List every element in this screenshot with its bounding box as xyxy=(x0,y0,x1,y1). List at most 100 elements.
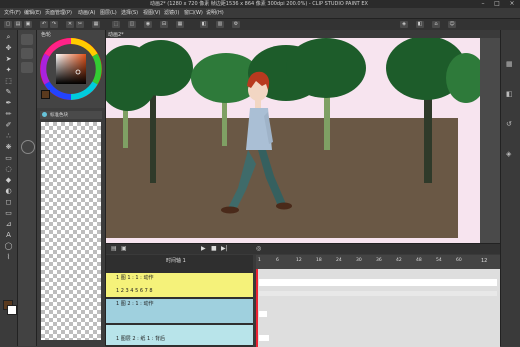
playhead[interactable] xyxy=(256,269,258,347)
gradient-icon[interactable]: ◐ xyxy=(3,186,14,196)
menu-edit[interactable]: 编辑(E) xyxy=(24,9,41,16)
frame-cell[interactable] xyxy=(259,311,267,317)
brush-icon[interactable]: ✐ xyxy=(3,120,14,130)
ruler-icon[interactable]: ⊟ xyxy=(160,21,168,28)
redo-icon[interactable]: ↷ xyxy=(50,21,58,28)
menu-layer[interactable]: 图层(L) xyxy=(100,9,117,16)
menu-page[interactable]: 页面管理(P) xyxy=(45,9,72,16)
layout-icon[interactable]: ▥ xyxy=(216,21,224,28)
menu-file[interactable]: 文件(F) xyxy=(4,9,21,16)
onion-skin-icon[interactable]: ◎ xyxy=(256,245,261,252)
new-file-icon[interactable]: ▢ xyxy=(4,21,12,28)
select-icon[interactable]: ⬚ xyxy=(112,21,120,28)
cut-icon[interactable]: ✂ xyxy=(76,21,84,28)
current-color-swatch[interactable] xyxy=(41,90,50,99)
brush-size-indicator[interactable] xyxy=(21,140,35,154)
color-panel-tab[interactable]: 色轮 xyxy=(41,31,51,38)
frame-icon[interactable]: ▭ xyxy=(3,208,14,218)
pencil-icon[interactable]: ✏ xyxy=(3,109,14,119)
fps-label: 12 xyxy=(481,258,488,264)
frame-number: 36 xyxy=(376,258,382,263)
stop-button[interactable]: ■ xyxy=(211,245,217,252)
menu-select[interactable]: 选择(S) xyxy=(121,9,138,16)
line-correct-icon[interactable]: ⌇ xyxy=(3,252,14,262)
subtool-item[interactable] xyxy=(21,34,33,45)
frame-number: 54 xyxy=(436,258,442,263)
eyedropper-icon[interactable]: ✎ xyxy=(3,87,14,97)
balloon-icon[interactable]: ◯ xyxy=(3,241,14,251)
menu-view[interactable]: 视图(V) xyxy=(143,9,160,16)
text-icon[interactable]: A xyxy=(3,230,14,240)
user-icon[interactable]: ☺ xyxy=(448,21,456,28)
menu-filter[interactable]: 滤镜(I) xyxy=(164,9,179,16)
menu-help[interactable]: 说明(H) xyxy=(206,9,224,16)
navigator-icon[interactable]: ▦ xyxy=(506,60,513,68)
sub-color-swatch[interactable] xyxy=(7,305,17,315)
timeline-track-list: 时间轴 1 1 图 1 : 1 : 动作 1 2 3 4 5 6 7 8 1 图… xyxy=(106,255,253,347)
zoom-icon[interactable]: ⌕ xyxy=(3,32,14,42)
next-frame-button[interactable]: ▶| xyxy=(221,245,228,252)
material-icon[interactable]: ◈ xyxy=(506,150,511,158)
play-button[interactable]: ▶ xyxy=(201,245,206,252)
pen-icon[interactable]: ✒ xyxy=(3,98,14,108)
frame-number: 24 xyxy=(336,258,342,263)
subtool-item[interactable] xyxy=(21,48,33,59)
move-icon[interactable]: ✥ xyxy=(3,43,14,53)
decoration-icon[interactable]: ❋ xyxy=(3,142,14,152)
timeline-panel: ▤ ▣ ▶ ■ ▶| ◎ 时间轴 1 1 图 1 : 1 : 动作 1 2 3 … xyxy=(106,243,500,347)
frame-cells-row-1[interactable] xyxy=(259,279,497,286)
eraser-icon[interactable]: ▭ xyxy=(3,153,14,163)
transform-icon[interactable]: ◫ xyxy=(128,21,136,28)
airbrush-icon[interactable]: ∴ xyxy=(3,131,14,141)
clear-icon[interactable]: ✕ xyxy=(66,21,74,28)
layer-blend-row: 标准色块 xyxy=(40,111,102,119)
canvas-tab-bar: 动画2* xyxy=(106,30,500,38)
tree-canopy xyxy=(129,40,193,96)
auto-select-icon[interactable]: ✦ xyxy=(3,65,14,75)
frame-number: 42 xyxy=(396,258,402,263)
open-file-icon[interactable]: ▤ xyxy=(14,21,22,28)
eye-icon[interactable]: ◉ xyxy=(144,21,152,28)
frame-cells-row-1b[interactable] xyxy=(259,291,497,296)
track-row-1[interactable]: 1 图 1 : 1 : 动作 1 2 3 4 5 6 7 8 xyxy=(106,273,253,297)
layer-preview xyxy=(41,122,101,340)
menu-window[interactable]: 窗口(W) xyxy=(184,9,203,16)
blend-icon[interactable]: ◌ xyxy=(3,164,14,174)
maximize-icon[interactable]: □ xyxy=(490,0,504,8)
frame-number: 60 xyxy=(456,258,462,263)
fill-tool-icon[interactable]: ◆ xyxy=(3,175,14,185)
figure-icon[interactable]: ◻ xyxy=(3,197,14,207)
view-icon[interactable]: ◧ xyxy=(200,21,208,28)
track-row-3[interactable]: 1 图层 2 : 纸 1 : 背后 xyxy=(106,325,253,345)
close-icon[interactable]: × xyxy=(505,0,519,8)
minimize-icon[interactable]: – xyxy=(476,0,490,8)
frame-number: 1 xyxy=(258,258,261,263)
undo-icon[interactable]: ↶ xyxy=(40,21,48,28)
layer-property-panel-icon[interactable]: ◧ xyxy=(506,90,513,98)
frame-cell[interactable] xyxy=(259,335,269,341)
new-cel-icon[interactable]: ▣ xyxy=(121,245,127,252)
operation-icon[interactable]: ➤ xyxy=(3,54,14,64)
grid-icon[interactable]: ▦ xyxy=(176,21,184,28)
menu-animation[interactable]: 动画(A) xyxy=(78,9,95,16)
layer-property-icon[interactable]: ◧ xyxy=(416,21,424,28)
save-icon[interactable]: ▣ xyxy=(24,21,32,28)
canvas-illustration[interactable] xyxy=(106,38,480,243)
canvas-tab[interactable]: 动画2* xyxy=(108,31,124,38)
companion-icon[interactable]: ⌂ xyxy=(432,21,440,28)
right-side-panel: ▦ ◧ ↺ ◈ xyxy=(500,30,520,346)
history-icon[interactable]: ↺ xyxy=(506,120,512,128)
subtool-item[interactable] xyxy=(21,62,33,73)
settings-icon[interactable]: ⚙ xyxy=(232,21,240,28)
new-animation-folder-icon[interactable]: ▤ xyxy=(111,245,117,252)
ruler-tool-icon[interactable]: ⊿ xyxy=(3,219,14,229)
timeline-name[interactable]: 时间轴 1 xyxy=(166,257,186,264)
track-row-2[interactable]: 1 图 2 : 1 : 动作 xyxy=(106,299,253,323)
fill-icon[interactable]: ▦ xyxy=(92,21,100,28)
title-bar: 动画2* (1280 x 720 像素 帧边距1536 x 864 像素 300… xyxy=(0,0,520,8)
canvas-area: 动画2* xyxy=(106,30,500,243)
blend-mode-select[interactable]: 标准色块 xyxy=(50,112,68,118)
assets-icon[interactable]: ◈ xyxy=(400,21,408,28)
toolbox: ⌕ ✥ ➤ ✦ ⬚ ✎ ✒ ✏ ✐ ∴ ❋ ▭ ◌ ◆ ◐ ◻ ▭ ⊿ A ◯ … xyxy=(0,30,18,346)
selection-icon[interactable]: ⬚ xyxy=(3,76,14,86)
